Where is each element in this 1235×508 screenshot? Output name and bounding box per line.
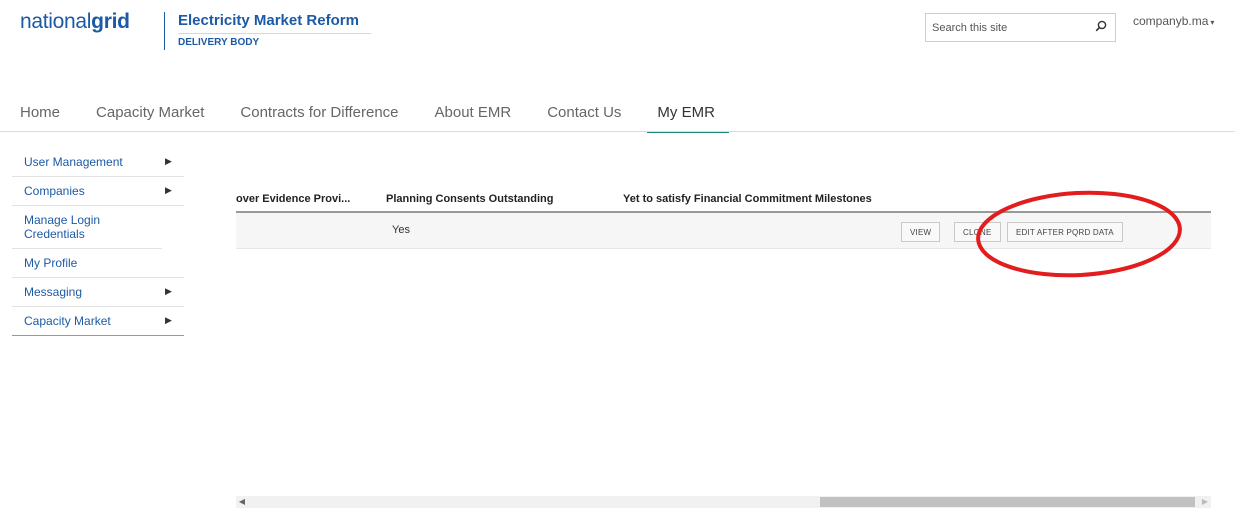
logo-text-national: national (20, 10, 92, 33)
nav-contracts-for-difference[interactable]: Contracts for Difference (240, 104, 398, 130)
caret-down-icon: ▾ (1210, 18, 1215, 27)
nav-divider (0, 131, 1235, 132)
scroll-right-icon[interactable]: ▶ (1199, 496, 1211, 508)
sidebar-item-label: User Management (24, 155, 123, 169)
brand-subtitle: DELIVERY BODY (178, 37, 260, 48)
search-input[interactable] (926, 14, 1086, 41)
sidebar-item-label: Capacity Market (24, 314, 111, 328)
planning-consents-value: Yes (392, 224, 410, 236)
main-nav: Home Capacity Market Contracts for Diffe… (20, 104, 751, 133)
clone-button[interactable]: CLONE (954, 222, 1001, 242)
table-row: Yes VIEW CLONE EDIT AFTER PQRD DATA (236, 213, 1211, 249)
column-header-financial-milestones[interactable]: Yet to satisfy Financial Commitment Mile… (623, 193, 872, 205)
sidebar-item-label: My Profile (24, 256, 78, 270)
data-table: over Evidence Provi... Planning Consents… (236, 190, 1211, 249)
sidebar-item-companies[interactable]: Companies ▶ (12, 177, 184, 206)
scrollbar-thumb[interactable] (820, 497, 1195, 507)
horizontal-scrollbar[interactable]: ◀ ▶ (236, 496, 1211, 508)
nav-about-emr[interactable]: About EMR (435, 104, 512, 130)
user-name: companyb.ma (1133, 14, 1209, 28)
scroll-left-icon[interactable]: ◀ (236, 496, 248, 508)
sidebar-item-label: Companies (24, 184, 85, 198)
search-box[interactable] (925, 13, 1116, 42)
nav-home[interactable]: Home (20, 104, 60, 130)
table-header: over Evidence Provi... Planning Consents… (236, 190, 1211, 213)
logo-text-grid: grid (91, 10, 130, 33)
nav-contact-us[interactable]: Contact Us (547, 104, 621, 130)
arrow-right-icon: ▶ (165, 286, 172, 296)
column-header-planning-consents[interactable]: Planning Consents Outstanding (386, 193, 553, 205)
arrow-right-icon: ▶ (165, 315, 172, 325)
national-grid-logo[interactable]: nationalgrid (20, 10, 130, 34)
sidebar-item-manage-login-credentials[interactable]: Manage Login Credentials (12, 206, 162, 249)
sidebar-item-label: Messaging (24, 285, 83, 299)
brand-title[interactable]: Electricity Market Reform (178, 12, 359, 29)
search-icon[interactable] (1095, 20, 1107, 32)
sidebar-item-label: Manage Login Credentials (24, 213, 101, 241)
sidebar-item-messaging[interactable]: Messaging ▶ (12, 278, 184, 307)
column-header-evidence[interactable]: over Evidence Provi... (236, 193, 350, 205)
logo-divider (164, 12, 165, 50)
nav-capacity-market[interactable]: Capacity Market (96, 104, 204, 130)
brand-rule (178, 33, 371, 34)
arrow-right-icon: ▶ (165, 156, 172, 166)
sidebar: User Management ▶ Companies ▶ Manage Log… (12, 148, 184, 336)
arrow-right-icon: ▶ (165, 185, 172, 195)
sidebar-item-capacity-market[interactable]: Capacity Market ▶ (12, 307, 184, 336)
user-menu[interactable]: companyb.ma ▾ (1133, 14, 1214, 28)
nav-my-emr[interactable]: My EMR (647, 104, 729, 133)
sidebar-item-my-profile[interactable]: My Profile (12, 249, 184, 278)
edit-after-pqrd-data-button[interactable]: EDIT AFTER PQRD DATA (1007, 222, 1123, 242)
sidebar-item-user-management[interactable]: User Management ▶ (12, 148, 184, 177)
view-button[interactable]: VIEW (901, 222, 941, 242)
